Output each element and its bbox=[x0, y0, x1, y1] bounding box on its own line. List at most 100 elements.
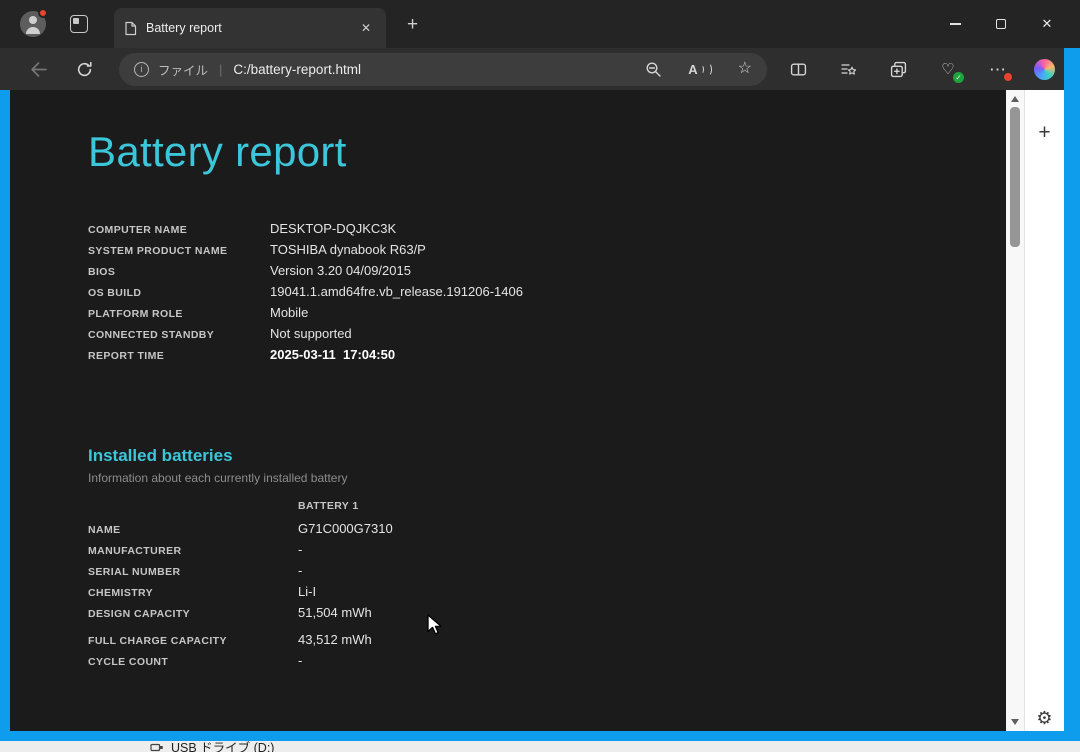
copilot-logo bbox=[1033, 58, 1055, 80]
row-value: Mobile bbox=[270, 305, 309, 320]
installed-batteries-table: BATTERY 1 NAME G71C000G7310 MANUFACTURER… bbox=[88, 500, 1006, 674]
row-value: - bbox=[298, 563, 303, 578]
browser-toolbar: i ファイル | C:/battery-report.html A ☆ ♡ ✓ bbox=[0, 48, 1064, 90]
table-row: CYCLE COUNT - bbox=[88, 653, 1006, 674]
favorites-icon[interactable] bbox=[830, 52, 866, 86]
maximize-button[interactable] bbox=[978, 0, 1024, 48]
battery-report-page: Battery report COMPUTER NAME DESKTOP-DQJ… bbox=[10, 90, 1006, 731]
row-label: FULL CHARGE CAPACITY bbox=[88, 635, 227, 647]
row-label: OS BUILD bbox=[88, 287, 142, 299]
document-icon bbox=[124, 21, 137, 36]
table-row: SERIAL NUMBER - bbox=[88, 563, 1006, 584]
row-value: Not supported bbox=[270, 326, 352, 341]
refresh-button[interactable] bbox=[67, 52, 101, 86]
file-scheme-label: ファイル bbox=[158, 63, 209, 78]
row-value: Li-I bbox=[298, 584, 317, 599]
desktop-screen: USB ドライブ (D:) Battery report ✕ + ✕ i ファイ… bbox=[0, 0, 1080, 752]
tab-bar: Battery report ✕ + ✕ bbox=[0, 0, 1080, 48]
green-check-badge: ✓ bbox=[953, 72, 964, 83]
row-label: DESIGN CAPACITY bbox=[88, 608, 191, 620]
row-label: REPORT TIME bbox=[88, 350, 165, 362]
background-explorer-window: USB ドライブ (D:) bbox=[0, 741, 1080, 752]
table-row: PLATFORM ROLE Mobile bbox=[88, 305, 1006, 326]
page-title: Battery report bbox=[88, 128, 347, 175]
row-value: DESKTOP-DQJKC3K bbox=[270, 221, 397, 236]
table-header-row: BATTERY 1 bbox=[88, 500, 1006, 521]
tab-title: Battery report bbox=[146, 21, 222, 35]
scroll-up-arrow[interactable] bbox=[1011, 96, 1019, 102]
row-label: BIOS bbox=[88, 266, 116, 278]
column-header: BATTERY 1 bbox=[298, 500, 359, 512]
table-row: COMPUTER NAME DESKTOP-DQJKC3K bbox=[88, 221, 1006, 242]
url-text[interactable]: C:/battery-report.html bbox=[233, 62, 619, 77]
sound-wave-icon bbox=[705, 62, 712, 76]
read-aloud-icon[interactable]: A bbox=[688, 62, 712, 77]
edge-sidebar-rail: + ⚙ bbox=[1024, 90, 1064, 731]
row-value: G71C000G7310 bbox=[298, 521, 393, 536]
notification-dot-icon bbox=[1004, 73, 1012, 81]
settings-more-icon[interactable]: ⋯ bbox=[980, 52, 1016, 86]
info-icon[interactable]: i bbox=[134, 61, 149, 77]
row-value: 51,504 mWh bbox=[298, 605, 372, 620]
tab-close-icon[interactable]: ✕ bbox=[356, 19, 376, 37]
sound-wave-icon bbox=[699, 64, 704, 74]
table-row: DESIGN CAPACITY 51,504 mWh bbox=[88, 605, 1006, 626]
new-tab-button[interactable]: + bbox=[398, 15, 427, 34]
row-label: CYCLE COUNT bbox=[88, 656, 169, 668]
workspaces-icon[interactable] bbox=[70, 15, 88, 33]
mouse-cursor bbox=[427, 614, 442, 635]
row-label: SERIAL NUMBER bbox=[88, 566, 181, 578]
row-value: - bbox=[298, 542, 303, 557]
row-label: MANUFACTURER bbox=[88, 545, 182, 557]
system-info-table: COMPUTER NAME DESKTOP-DQJKC3K SYSTEM PRO… bbox=[88, 221, 1006, 368]
sidebar-settings-icon[interactable]: ⚙ bbox=[1036, 709, 1052, 727]
row-value: 2025-03-11 17:04:50 bbox=[270, 347, 396, 362]
table-row: CONNECTED STANDBY Not supported bbox=[88, 326, 1006, 347]
table-row: FULL CHARGE CAPACITY 43,512 mWh bbox=[88, 632, 1006, 653]
window-controls: ✕ bbox=[932, 0, 1080, 48]
table-row: BIOS Version 3.20 04/09/2015 bbox=[88, 263, 1006, 284]
row-value: Version 3.20 04/09/2015 bbox=[270, 263, 411, 278]
split-screen-icon[interactable] bbox=[780, 52, 816, 86]
zoom-out-icon[interactable] bbox=[645, 61, 662, 78]
usb-drive-icon bbox=[150, 741, 164, 752]
scrollbar-thumb[interactable] bbox=[1010, 107, 1020, 247]
window-border-right bbox=[1064, 48, 1080, 741]
table-row: MANUFACTURER - bbox=[88, 542, 1006, 563]
notification-dot-icon bbox=[38, 8, 48, 18]
table-row: NAME G71C000G7310 bbox=[88, 521, 1006, 542]
sidebar-add-button[interactable]: + bbox=[1038, 122, 1050, 143]
close-button[interactable]: ✕ bbox=[1024, 0, 1070, 48]
browser-essentials-icon[interactable]: ♡ ✓ bbox=[930, 52, 966, 86]
explorer-item-label[interactable]: USB ドライブ (D:) bbox=[171, 741, 274, 752]
row-label: SYSTEM PRODUCT NAME bbox=[88, 245, 228, 257]
back-button[interactable] bbox=[21, 52, 55, 86]
table-row: REPORT TIME 2025-03-11 17:04:50 bbox=[88, 347, 1006, 368]
scroll-down-arrow[interactable] bbox=[1011, 719, 1019, 725]
installed-batteries-heading: Installed batteries bbox=[88, 446, 233, 465]
row-label: COMPUTER NAME bbox=[88, 224, 188, 236]
table-row: SYSTEM PRODUCT NAME TOSHIBA dynabook R63… bbox=[88, 242, 1006, 263]
collections-icon[interactable] bbox=[880, 52, 916, 86]
minimize-icon bbox=[949, 23, 961, 25]
row-label: CHEMISTRY bbox=[88, 587, 154, 599]
window-border-left bbox=[0, 90, 10, 741]
row-label: NAME bbox=[88, 524, 121, 536]
table-row: CHEMISTRY Li-I bbox=[88, 584, 1006, 605]
row-value: 19041.1.amd64fre.vb_release.191206-1406 bbox=[270, 284, 523, 299]
copilot-icon[interactable] bbox=[1026, 52, 1062, 86]
address-separator: | bbox=[219, 61, 223, 77]
window-border-bottom bbox=[0, 731, 1080, 741]
row-value: 43,512 mWh bbox=[298, 632, 372, 647]
row-value: TOSHIBA dynabook R63/P bbox=[270, 242, 426, 257]
tab-battery-report[interactable]: Battery report ✕ bbox=[114, 8, 386, 48]
installed-batteries-subtitle: Information about each currently install… bbox=[88, 471, 348, 485]
table-row: OS BUILD 19041.1.amd64fre.vb_release.191… bbox=[88, 284, 1006, 305]
address-bar[interactable]: i ファイル | C:/battery-report.html A ☆ bbox=[119, 52, 767, 86]
page-scrollbar[interactable] bbox=[1006, 90, 1024, 731]
profile-avatar[interactable] bbox=[20, 8, 48, 37]
row-value: - bbox=[298, 653, 303, 668]
minimize-button[interactable] bbox=[932, 0, 978, 48]
favorite-star-icon[interactable]: ☆ bbox=[738, 61, 752, 77]
row-label: PLATFORM ROLE bbox=[88, 308, 183, 320]
